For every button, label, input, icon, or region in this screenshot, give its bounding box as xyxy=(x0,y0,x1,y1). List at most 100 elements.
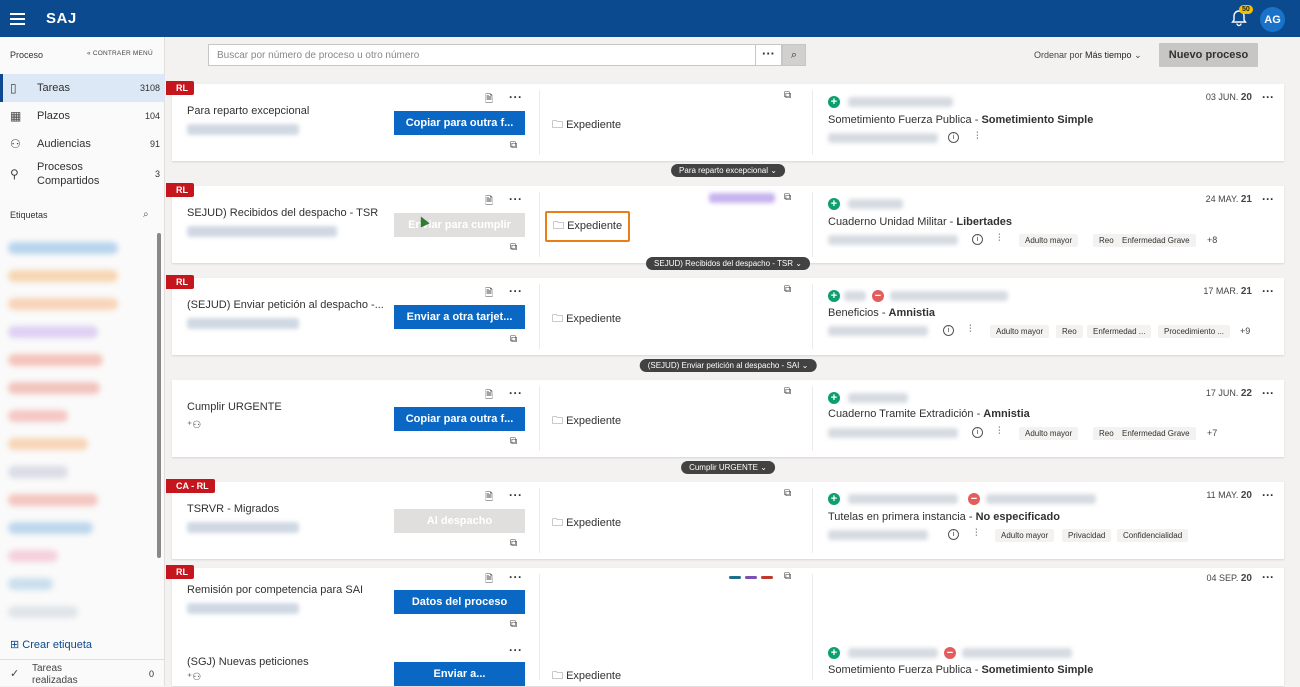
card-title[interactable]: TSRVR - Migrados xyxy=(187,503,279,515)
tag-item[interactable] xyxy=(8,606,78,618)
screen-icon[interactable]: ⧉ xyxy=(784,284,791,295)
more-options-button[interactable]: ··· xyxy=(756,44,782,66)
more-tags[interactable]: +7 xyxy=(1207,428,1217,438)
tag-chip[interactable]: Adulto mayor xyxy=(990,325,1050,338)
card-comment-icon[interactable]: ⧉ xyxy=(510,334,517,345)
group-chip[interactable]: Para reparto excepcional ⌄ xyxy=(671,164,785,177)
card-comment-icon[interactable]: ⧉ xyxy=(510,242,517,253)
group-chip[interactable]: SEJUD) Recibidos del despacho - TSR ⌄ xyxy=(646,257,810,270)
create-tag-button[interactable]: ⊞ Crear etiqueta xyxy=(10,638,92,651)
card-comment-icon[interactable]: ⧉ xyxy=(510,140,517,151)
card-title[interactable]: Cumplir URGENTE xyxy=(187,401,282,413)
card-more-button[interactable]: ··· xyxy=(509,386,523,400)
more-tags[interactable]: +9 xyxy=(1240,326,1250,336)
sidebar-scrollbar[interactable] xyxy=(157,233,161,558)
search-input[interactable]: Buscar por número de proceso u otro núme… xyxy=(208,44,756,66)
card-more-button[interactable]: ··· xyxy=(509,643,523,657)
tag-item[interactable] xyxy=(8,522,93,534)
minus-icon[interactable]: − xyxy=(944,647,956,659)
tag-chip[interactable]: Privacidad xyxy=(1062,529,1112,542)
tag-item[interactable] xyxy=(8,270,118,282)
app-title[interactable]: SAJ xyxy=(46,10,77,27)
tag-chip[interactable]: Adulto mayor xyxy=(995,529,1055,542)
sidebar-item-tareas[interactable]: ▯ Tareas 3108 xyxy=(0,74,165,102)
screen-icon[interactable]: ⧉ xyxy=(784,488,791,499)
card-menu-button[interactable]: ··· xyxy=(1262,284,1274,298)
tag-item[interactable] xyxy=(8,410,68,422)
tag-item[interactable] xyxy=(8,578,53,590)
expediente-link[interactable]: 🗀 Expediente xyxy=(552,667,621,686)
card-action-button[interactable]: Al despacho xyxy=(394,509,525,533)
minus-icon[interactable]: − xyxy=(968,493,980,505)
task-card[interactable]: RL SEJUD) Recibidos del despacho - TSR 🗎… xyxy=(166,183,1284,263)
tree-icon[interactable]: ⫶ xyxy=(976,131,979,142)
card-menu-button[interactable]: ··· xyxy=(1262,192,1274,206)
tag-item[interactable] xyxy=(8,466,68,478)
card-menu-button[interactable]: ··· xyxy=(1262,386,1274,400)
card-comment-icon[interactable]: ⧉ xyxy=(510,538,517,549)
screen-icon[interactable]: ⧉ xyxy=(784,90,791,101)
card-comment-icon[interactable]: ⧉ xyxy=(510,436,517,447)
tree-icon[interactable]: ⫶ xyxy=(998,426,1001,437)
task-card[interactable]: Cumplir URGENTE ⁺⚇ 🗎 ··· Copiar para out… xyxy=(172,380,1284,457)
card-title[interactable]: (SEJUD) Enviar petición al despacho -... xyxy=(187,299,384,311)
card-action-button[interactable]: Enviar a otra tarjet... xyxy=(394,305,525,329)
plus-icon[interactable]: + xyxy=(828,96,840,108)
info-icon[interactable]: i xyxy=(972,234,983,245)
tag-chip[interactable]: Adulto mayor xyxy=(1019,427,1079,440)
group-chip[interactable]: (SEJUD) Enviar petición al despacho - SA… xyxy=(639,359,817,372)
card-menu-button[interactable]: ··· xyxy=(1262,570,1274,584)
card-title[interactable]: Remisión por competencia para SAI xyxy=(187,584,363,596)
search-icon[interactable]: ⌕ xyxy=(143,209,149,220)
document-icon[interactable]: 🗎 xyxy=(485,92,493,109)
tag-chip[interactable]: Confidencialidad xyxy=(1117,529,1189,542)
card-title[interactable]: (SGJ) Nuevas peticiones xyxy=(187,656,309,668)
tag-item[interactable] xyxy=(8,242,118,254)
minus-icon[interactable]: − xyxy=(872,290,884,302)
document-icon[interactable]: 🗎 xyxy=(485,572,493,589)
plus-icon[interactable]: + xyxy=(828,290,840,302)
tag-item[interactable] xyxy=(8,326,98,338)
screen-icon[interactable]: ⧉ xyxy=(784,571,791,582)
card-comment-icon[interactable]: ⧉ xyxy=(510,619,517,630)
person-icon[interactable]: ⁺⚇ xyxy=(187,420,201,431)
screen-icon[interactable]: ⧉ xyxy=(784,192,791,203)
task-card[interactable]: RL Para reparto excepcional 🗎 ··· Copiar… xyxy=(166,81,1284,161)
card-more-button[interactable]: ··· xyxy=(509,284,523,298)
screen-icon[interactable]: ⧉ xyxy=(784,386,791,397)
task-card[interactable]: RL (SEJUD) Enviar petición al despacho -… xyxy=(166,275,1284,355)
avatar[interactable]: AG xyxy=(1260,7,1285,32)
document-icon[interactable]: 🗎 xyxy=(485,286,493,303)
info-icon[interactable]: i xyxy=(948,529,959,540)
expediente-link[interactable]: 🗀 Expediente xyxy=(552,514,621,533)
task-card[interactable]: CA - RL TSRVR - Migrados 🗎 ··· Al despac… xyxy=(166,479,1284,559)
plus-icon[interactable]: + xyxy=(828,493,840,505)
sidebar-item-procesos-compartidos[interactable]: ⚲ Procesos Compartidos 3 xyxy=(0,158,165,190)
info-icon[interactable]: i xyxy=(948,132,959,143)
tag-chip[interactable]: Procedimiento ... xyxy=(1158,325,1231,338)
tag-item[interactable] xyxy=(8,354,103,366)
document-icon[interactable]: 🗎 xyxy=(485,490,493,507)
tag-chip[interactable]: Enfermedad Grave xyxy=(1116,234,1196,247)
card-more-button[interactable]: ··· xyxy=(509,570,523,584)
person-icon[interactable]: ⁺⚇ xyxy=(187,672,201,683)
more-tags[interactable]: +8 xyxy=(1207,235,1217,245)
expediente-link[interactable]: 🗀 Expediente xyxy=(552,116,621,135)
collapse-menu-button[interactable]: « CONTRAER MENÚ xyxy=(87,50,153,57)
card-action-button[interactable]: Datos del proceso xyxy=(394,590,525,614)
plus-icon[interactable]: + xyxy=(828,198,840,210)
group-chip[interactable]: Cumplir URGENTE ⌄ xyxy=(681,461,775,474)
tag-item[interactable] xyxy=(8,550,58,562)
search-button[interactable]: ⌕ xyxy=(782,44,806,66)
info-icon[interactable]: i xyxy=(943,325,954,336)
tree-icon[interactable]: ⫶ xyxy=(975,528,978,539)
sidebar-item-audiencias[interactable]: ⚇ Audiencias 91 xyxy=(0,130,165,158)
document-icon[interactable]: 🗎 xyxy=(485,194,493,211)
tag-item[interactable] xyxy=(8,438,88,450)
tag-chip[interactable]: Enfermedad Grave xyxy=(1116,427,1196,440)
card-title[interactable]: SEJUD) Recibidos del despacho - TSR xyxy=(187,207,378,219)
plus-icon[interactable]: + xyxy=(828,392,840,404)
expediente-link[interactable]: 🗀 Expediente xyxy=(552,412,621,431)
tree-icon[interactable]: ⫶ xyxy=(998,233,1001,244)
card-action-button[interactable]: Enviar a... xyxy=(394,662,525,686)
